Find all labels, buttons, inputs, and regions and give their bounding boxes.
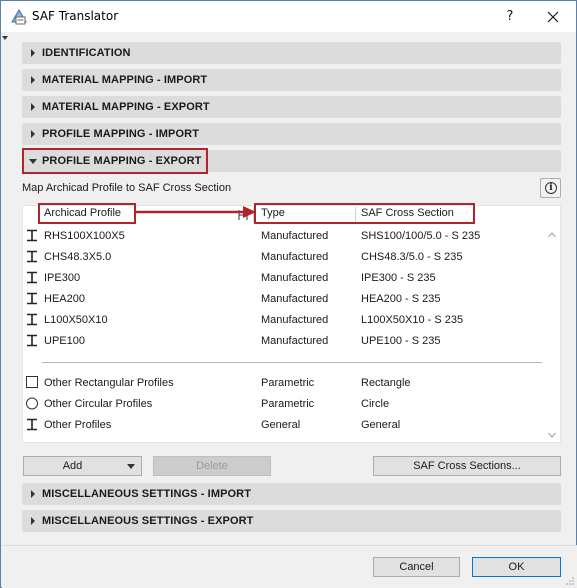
chevron-right-icon — [31, 76, 35, 84]
section-label: IDENTIFICATION — [42, 47, 131, 59]
chevron-right-icon — [31, 130, 35, 138]
i-beam-icon — [27, 229, 37, 242]
section-material-mapping-import[interactable]: MATERIAL MAPPING - IMPORT — [22, 69, 561, 91]
highlight-box-section — [22, 148, 208, 174]
info-icon: i — [545, 182, 557, 194]
i-beam-icon — [27, 292, 37, 305]
add-button-label: Add — [62, 460, 83, 472]
row-profile: RHS100X100X5 — [44, 230, 125, 242]
close-icon[interactable] — [541, 7, 565, 27]
row-section: L100X50X10 - S 235 — [361, 314, 464, 326]
list-divider — [42, 362, 542, 363]
split-divider — [141, 458, 142, 474]
highlight-box-archicad-profile — [38, 203, 136, 224]
row-profile: HEA200 — [44, 293, 85, 305]
list-item[interactable]: CHS48.3X5.0 Manufactured CHS48.3/5.0 - S… — [23, 247, 543, 267]
section-label: MATERIAL MAPPING - EXPORT — [42, 101, 210, 113]
info-button[interactable]: i — [540, 178, 561, 198]
circle-icon — [26, 397, 38, 410]
section-label: MATERIAL MAPPING - IMPORT — [42, 74, 208, 86]
list-item[interactable]: Other Profiles General General — [23, 415, 543, 435]
row-type: Manufactured — [261, 293, 329, 305]
saf-translator-dialog: SAF Translator ? IDENTIFICATION MATERIAL… — [0, 0, 577, 588]
i-beam-icon — [27, 250, 37, 263]
row-type: Manufactured — [261, 272, 329, 284]
cancel-button[interactable]: Cancel — [373, 557, 460, 577]
row-profile: Other Circular Profiles — [44, 398, 153, 410]
list-item[interactable]: L100X50X10 Manufactured L100X50X10 - S 2… — [23, 310, 543, 330]
caret-down-icon — [2, 36, 8, 40]
row-profile: IPE300 — [44, 272, 81, 284]
row-type: Parametric — [261, 398, 315, 410]
row-type: Manufactured — [261, 335, 329, 347]
delete-button[interactable]: Delete — [153, 456, 271, 476]
scroll-up-icon[interactable] — [548, 232, 556, 238]
section-identification[interactable]: IDENTIFICATION — [22, 42, 561, 64]
row-section: Circle — [361, 398, 390, 410]
i-beam-icon — [27, 271, 37, 284]
section-material-mapping-export[interactable]: MATERIAL MAPPING - EXPORT — [22, 96, 561, 118]
row-section: Rectangle — [361, 377, 411, 389]
window-title: SAF Translator — [32, 9, 119, 23]
list-item[interactable]: Other Rectangular Profiles Parametric Re… — [23, 373, 543, 393]
row-profile: Other Rectangular Profiles — [44, 377, 174, 389]
row-profile: Other Profiles — [44, 419, 112, 431]
row-section: CHS48.3/5.0 - S 235 — [361, 251, 463, 263]
section-label: MISCELLANEOUS SETTINGS - IMPORT — [42, 488, 252, 500]
row-section: General — [361, 419, 401, 431]
list-item[interactable]: UPE100 Manufactured UPE100 - S 235 — [23, 331, 543, 351]
list-item[interactable]: RHS100X100X5 Manufactured SHS100/100/5.0… — [23, 226, 543, 246]
row-section: UPE100 - S 235 — [361, 335, 441, 347]
i-beam-icon — [27, 334, 37, 347]
square-icon — [26, 376, 38, 388]
row-profile: L100X50X10 — [44, 314, 108, 326]
row-section: SHS100/100/5.0 - S 235 — [361, 230, 481, 242]
chevron-right-icon — [31, 490, 35, 498]
i-beam-icon — [27, 418, 37, 431]
list-item[interactable]: HEA200 Manufactured HEA200 - S 235 — [23, 289, 543, 309]
i-beam-icon — [27, 313, 37, 326]
title-bar[interactable]: SAF Translator ? — [1, 1, 576, 32]
section-misc-settings-import[interactable]: MISCELLANEOUS SETTINGS - IMPORT — [22, 483, 561, 505]
list-item[interactable]: IPE300 Manufactured IPE300 - S 235 — [23, 268, 543, 288]
row-type: General — [261, 419, 301, 431]
mapping-arrow-icon — [135, 206, 256, 218]
add-button[interactable]: Add — [23, 456, 142, 476]
section-label: MISCELLANEOUS SETTINGS - EXPORT — [42, 515, 254, 527]
scroll-down-icon[interactable] — [548, 432, 556, 438]
chevron-right-icon — [31, 517, 35, 525]
saf-cross-sections-button[interactable]: SAF Cross Sections... — [373, 456, 561, 476]
saf-app-icon — [11, 9, 27, 25]
row-section: HEA200 - S 235 — [361, 293, 441, 305]
row-section: IPE300 - S 235 — [361, 272, 436, 284]
list-item[interactable]: Other Circular Profiles Parametric Circl… — [23, 394, 543, 414]
chevron-right-icon — [31, 103, 35, 111]
highlight-box-type-section — [254, 203, 475, 224]
row-profile: CHS48.3X5.0 — [44, 251, 112, 263]
row-profile: UPE100 — [44, 335, 85, 347]
ok-button[interactable]: OK — [472, 557, 561, 577]
dropdown-arrow-icon[interactable] — [127, 464, 135, 469]
row-type: Parametric — [261, 377, 315, 389]
section-profile-mapping-import[interactable]: PROFILE MAPPING - IMPORT — [22, 123, 561, 145]
row-type: Manufactured — [261, 251, 329, 263]
row-type: Manufactured — [261, 314, 329, 326]
row-type: Manufactured — [261, 230, 329, 242]
section-misc-settings-export[interactable]: MISCELLANEOUS SETTINGS - EXPORT — [22, 510, 561, 532]
resize-grip-icon[interactable] — [566, 577, 574, 585]
chevron-right-icon — [31, 49, 35, 57]
help-button[interactable]: ? — [498, 7, 522, 27]
profile-mapping-subtitle: Map Archicad Profile to SAF Cross Sectio… — [22, 182, 232, 194]
section-label: PROFILE MAPPING - IMPORT — [42, 128, 200, 140]
